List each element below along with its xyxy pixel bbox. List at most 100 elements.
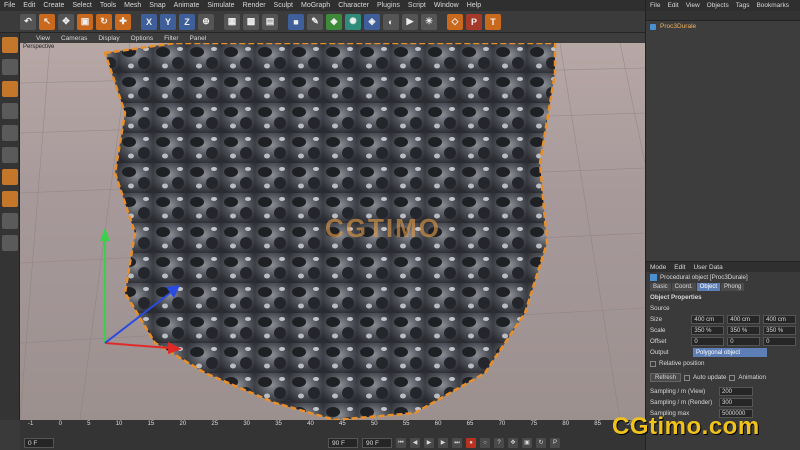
objects-menu-view[interactable]: View (686, 2, 700, 9)
menu-tools[interactable]: Tools (100, 2, 116, 9)
go-to-end-icon[interactable]: ⏭ (452, 437, 462, 448)
attributes-menu-mode[interactable]: Mode (650, 264, 666, 271)
objects-menu-edit[interactable]: Edit (667, 2, 678, 9)
object-manager-list[interactable]: Proc3Durale (646, 21, 800, 261)
plugin-icon[interactable]: ◇ (447, 13, 463, 30)
texture-mode-icon[interactable] (1, 81, 18, 97)
y-axis-toggle[interactable]: Y (160, 13, 176, 30)
menu-file[interactable]: File (4, 2, 15, 9)
previous-key-icon[interactable]: ◀ (410, 437, 420, 448)
tab-object[interactable]: Object (696, 283, 721, 291)
render-picture-viewer-icon[interactable]: ▩ (243, 13, 259, 30)
transform-tool-icon[interactable]: ✚ (115, 13, 131, 30)
axis-gizmo[interactable] (90, 223, 220, 363)
relative-position-row[interactable]: Relative position (650, 358, 796, 369)
refresh-button[interactable]: Refresh (650, 373, 682, 382)
undo-icon[interactable]: ↶ (20, 13, 36, 30)
tshirt-icon[interactable]: T (485, 13, 501, 30)
render-view-icon[interactable]: ▦ (224, 13, 240, 30)
size-x-field[interactable]: 400 cm (691, 315, 725, 324)
tab-coord[interactable]: Coord. (671, 283, 696, 291)
object-name[interactable]: Proc3Durale (660, 23, 696, 30)
objects-menu-bookmarks[interactable]: Bookmarks (756, 2, 789, 9)
start-frame-field[interactable]: 0 F (24, 437, 54, 448)
points-mode-icon[interactable] (1, 103, 18, 119)
scale-key-icon[interactable]: ▣ (522, 437, 532, 448)
next-key-icon[interactable]: ▶ (438, 437, 448, 448)
objects-menu-tags[interactable]: Tags (736, 2, 750, 9)
axis-mode-icon[interactable] (1, 169, 18, 185)
workplane-icon[interactable] (1, 235, 18, 251)
objects-menu-file[interactable]: File (650, 2, 660, 9)
autokey-icon[interactable]: ○ (480, 437, 490, 448)
sampling-render-field[interactable]: 300 (719, 398, 753, 407)
current-frame-field[interactable]: 90 F (328, 437, 358, 448)
size-z-field[interactable]: 400 cm (763, 315, 797, 324)
scale-z-field[interactable]: 350 % (763, 326, 797, 335)
scale-y-field[interactable]: 350 % (727, 326, 761, 335)
menu-script[interactable]: Script (408, 2, 426, 9)
relative-position-checkbox[interactable] (650, 360, 656, 367)
end-frame-field[interactable]: 90 F (362, 437, 392, 448)
tab-phong[interactable]: Phong (721, 283, 745, 291)
menu-help[interactable]: Help (467, 2, 481, 9)
tab-basic[interactable]: Basic (650, 283, 671, 291)
select-tool-icon[interactable]: ↖ (39, 13, 55, 30)
menu-mograph[interactable]: MoGraph (301, 2, 330, 9)
deformer-icon[interactable]: ◈ (364, 13, 380, 30)
subdivision-icon[interactable]: ◆ (326, 13, 342, 30)
move-tool-icon[interactable]: ✥ (58, 13, 74, 30)
array-icon[interactable]: ✺ (345, 13, 361, 30)
position-key-icon[interactable]: ✥ (508, 437, 518, 448)
viewport-menu-filter[interactable]: Filter (164, 35, 178, 42)
scale-tool-icon[interactable]: ▣ (77, 13, 93, 30)
environment-icon[interactable]: ◐ (383, 13, 399, 30)
menu-sculpt[interactable]: Sculpt (274, 2, 293, 9)
objects-menu-objects[interactable]: Objects (707, 2, 729, 9)
keyframe-selection-icon[interactable]: ? (494, 437, 504, 448)
attributes-menu-edit[interactable]: Edit (674, 264, 685, 271)
viewport-menu-display[interactable]: Display (98, 35, 119, 42)
viewport-menu-view[interactable]: View (36, 35, 50, 42)
attributes-menu-user-data[interactable]: User Data (693, 264, 722, 271)
animation-checkbox[interactable] (729, 374, 736, 381)
offset-z-field[interactable]: 0 (763, 337, 797, 346)
coordinate-system-icon[interactable]: ⊕ (198, 13, 214, 30)
menu-plugins[interactable]: Plugins (377, 2, 400, 9)
menu-snap[interactable]: Snap (149, 2, 165, 9)
viewport-menu-cameras[interactable]: Cameras (61, 35, 87, 42)
timeline-ruler[interactable]: -1 0 5 10 15 20 25 30 35 40 45 50 55 60 … (28, 421, 633, 433)
psr-icon[interactable]: P (466, 13, 482, 30)
pen-icon[interactable]: ✎ (307, 13, 323, 30)
menu-mesh[interactable]: Mesh (124, 2, 141, 9)
camera-icon[interactable]: ▶ (402, 13, 418, 30)
render-settings-icon[interactable]: ▤ (262, 13, 278, 30)
viewport-menu-options[interactable]: Options (131, 35, 153, 42)
param-key-icon[interactable]: P (550, 437, 560, 448)
z-axis-toggle[interactable]: Z (179, 13, 195, 30)
play-icon[interactable]: ▶ (424, 437, 434, 448)
menu-simulate[interactable]: Simulate (207, 2, 234, 9)
perspective-viewport[interactable]: Perspective CGTIMO (20, 43, 645, 420)
sampling-view-field[interactable]: 200 (719, 387, 753, 396)
output-dropdown[interactable]: Polygonal object (693, 348, 767, 357)
source-row[interactable]: Source (650, 303, 796, 314)
menu-select[interactable]: Select (72, 2, 91, 9)
go-to-start-icon[interactable]: ⏮ (396, 437, 406, 448)
light-icon[interactable]: ☀ (421, 13, 437, 30)
menu-window[interactable]: Window (434, 2, 459, 9)
size-y-field[interactable]: 400 cm (727, 315, 761, 324)
polygons-mode-icon[interactable] (1, 147, 18, 163)
menu-create[interactable]: Create (43, 2, 64, 9)
menu-character[interactable]: Character (338, 2, 369, 9)
scale-x-field[interactable]: 350 % (691, 326, 725, 335)
edges-mode-icon[interactable] (1, 125, 18, 141)
x-axis-toggle[interactable]: X (141, 13, 157, 30)
record-icon[interactable]: ● (466, 437, 476, 448)
rotate-tool-icon[interactable]: ↻ (96, 13, 112, 30)
make-editable-icon[interactable] (1, 37, 18, 53)
rotation-key-icon[interactable]: ↻ (536, 437, 546, 448)
sculpt-brush-icon[interactable] (1, 191, 18, 207)
viewport-menu-panel[interactable]: Panel (190, 35, 207, 42)
cube-icon[interactable]: ■ (288, 13, 304, 30)
